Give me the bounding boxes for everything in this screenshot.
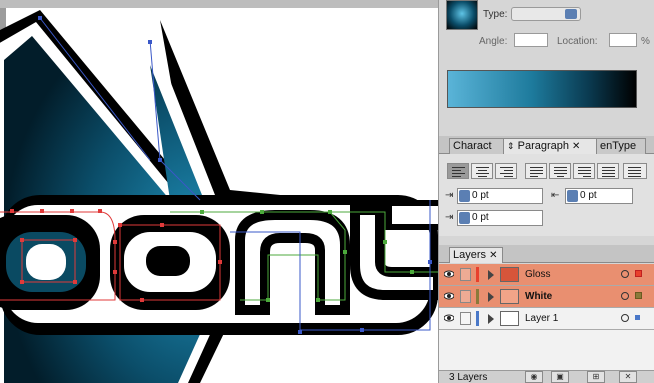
lock-toggle[interactable]: [460, 290, 471, 303]
target-circle-icon[interactable]: [621, 292, 629, 300]
layer-thumbnail: [500, 311, 519, 326]
new-sublayer-button[interactable]: ⊞: [587, 371, 605, 383]
dropdown-arrows-icon: [565, 9, 577, 19]
swap-icon: ⇕: [507, 141, 515, 151]
right-indent-field[interactable]: 0 pt: [565, 188, 633, 204]
justify-left-button[interactable]: [525, 163, 547, 179]
layers-panel-tabbar: Layers ✕: [439, 245, 654, 263]
target-circle-icon[interactable]: [621, 270, 629, 278]
tab-opentype[interactable]: enType: [596, 138, 646, 154]
right-indent-value: 0 pt: [580, 190, 597, 201]
stepper-icon[interactable]: [459, 212, 470, 224]
align-left-button[interactable]: [447, 163, 469, 179]
align-center-button[interactable]: [471, 163, 493, 179]
make-clipping-mask-button[interactable]: ▣: [551, 371, 569, 383]
stepper-icon[interactable]: [459, 190, 470, 202]
lock-toggle[interactable]: [460, 312, 471, 325]
text-panel-tabbar: Charact ⇕ Paragraph ✕ enType: [439, 136, 654, 154]
left-indent-icon: ⇥: [445, 190, 454, 201]
layer-color-bar: [476, 289, 479, 304]
layer-row-gloss[interactable]: Gloss: [439, 264, 654, 286]
layer-thumbnail: [500, 289, 519, 304]
gradient-type-dropdown[interactable]: [511, 7, 581, 21]
percent-label: %: [641, 36, 650, 47]
letter-p-hole: [26, 244, 66, 280]
artwork: [0, 0, 438, 383]
visibility-eye-icon[interactable]: [444, 269, 454, 279]
close-tab-icon[interactable]: ✕: [489, 250, 497, 261]
layer-row-layer1[interactable]: Layer 1: [439, 308, 654, 330]
delete-layer-button[interactable]: ✕: [619, 371, 637, 383]
letter-a-hole: [146, 246, 190, 276]
selection-indicator[interactable]: [635, 292, 642, 299]
layer-count: 3 Layers: [449, 372, 488, 383]
first-line-indent-field[interactable]: 0 pt: [457, 210, 543, 226]
lock-toggle[interactable]: [460, 268, 471, 281]
tab-paragraph-label: Paragraph: [517, 140, 569, 152]
justify-center-button[interactable]: [549, 163, 571, 179]
gradient-panel: Type: Angle: Location: %: [439, 0, 654, 128]
letter-y-stem-inner: [392, 206, 438, 224]
angle-label: Angle:: [479, 36, 508, 47]
close-tab-icon[interactable]: ✕: [572, 141, 580, 152]
expand-triangle-icon[interactable]: [488, 314, 494, 324]
angle-field[interactable]: [514, 33, 548, 47]
selection-indicator[interactable]: [635, 270, 642, 277]
layer-color-bar: [476, 267, 479, 282]
selection-indicator[interactable]: [635, 315, 640, 320]
tab-layers-label: Layers: [453, 249, 487, 261]
visibility-eye-icon[interactable]: [444, 313, 454, 323]
layer-name[interactable]: Layer 1: [525, 313, 558, 324]
visibility-eye-icon[interactable]: [444, 291, 454, 301]
layer-name[interactable]: Gloss: [525, 269, 551, 280]
tab-layers[interactable]: Layers ✕: [449, 247, 503, 263]
pasteboard-edge-top: [0, 0, 438, 8]
tab-paragraph[interactable]: ⇕ Paragraph ✕: [503, 138, 597, 154]
gradient-type-label: Type:: [483, 9, 508, 20]
panel-dock: Type: Angle: Location: % Charact ⇕ Parag…: [438, 0, 654, 383]
locate-object-button[interactable]: ◉: [525, 371, 543, 383]
align-right-button[interactable]: [495, 163, 517, 179]
artboard-canvas[interactable]: [0, 0, 438, 383]
gradient-ramp[interactable]: [447, 70, 637, 108]
layer-row-white[interactable]: White: [439, 286, 654, 308]
tab-character[interactable]: Charact: [449, 138, 504, 154]
location-field[interactable]: [609, 33, 637, 47]
word-group: [0, 195, 438, 335]
left-indent-value: 0 pt: [472, 190, 489, 201]
target-circle-icon[interactable]: [621, 314, 629, 322]
layer-name[interactable]: White: [525, 291, 552, 302]
right-indent-icon: ⇤: [551, 190, 560, 201]
tab-character-label: Charact: [453, 140, 492, 152]
location-label: Location:: [557, 36, 598, 47]
justify-all-button[interactable]: [597, 163, 619, 179]
justify-right-button[interactable]: [573, 163, 595, 179]
gradient-swatch-preview[interactable]: [446, 0, 478, 30]
first-line-indent-value: 0 pt: [472, 212, 489, 223]
expand-triangle-icon[interactable]: [488, 270, 494, 280]
layers-empty-area: [439, 330, 654, 370]
tab-opentype-label: enType: [600, 140, 637, 152]
first-line-indent-icon: ⇥: [445, 212, 454, 223]
stepper-icon[interactable]: [567, 190, 578, 202]
left-indent-field[interactable]: 0 pt: [457, 188, 543, 204]
align-extra-button[interactable]: [623, 163, 647, 179]
expand-triangle-icon[interactable]: [488, 292, 494, 302]
layer-color-bar: [476, 311, 479, 326]
layer-thumbnail: [500, 267, 519, 282]
